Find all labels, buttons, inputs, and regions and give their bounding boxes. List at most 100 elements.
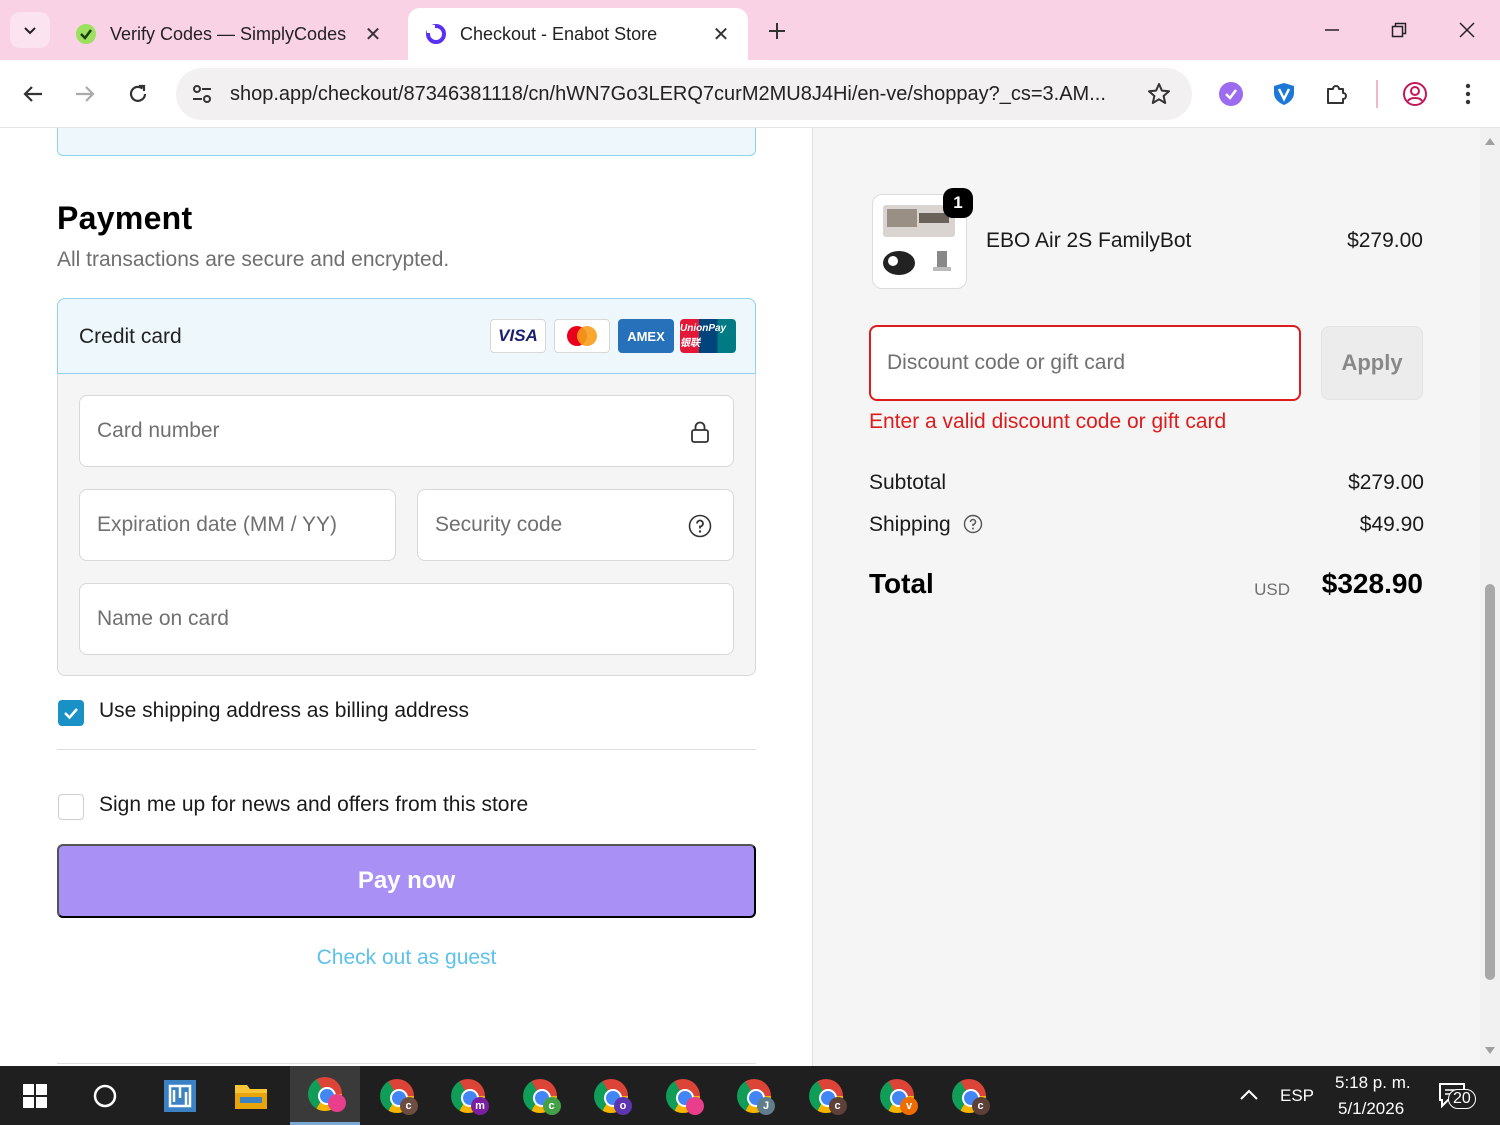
close-window-button[interactable]: [1445, 10, 1489, 50]
app-grid-icon: [164, 1079, 196, 1112]
checkout-page: Payment All transactions are secure and …: [0, 128, 1500, 1066]
restore-button[interactable]: [1377, 10, 1421, 50]
credit-card-section: Credit card VISA AMEX UnionPay 银联: [57, 298, 756, 676]
newsletter-label[interactable]: Sign me up for news and offers from this…: [99, 793, 528, 817]
newsletter-checkbox[interactable]: [58, 794, 84, 820]
name-on-card-input[interactable]: [97, 584, 733, 654]
quantity-badge: 1: [943, 188, 973, 218]
profile-badge: o: [614, 1097, 632, 1115]
shield-ext-icon[interactable]: [1270, 80, 1298, 108]
help-icon[interactable]: [687, 513, 713, 539]
visa-logo: VISA: [490, 319, 546, 353]
scrollbar-thumb[interactable]: [1485, 584, 1495, 980]
chevron-down-icon: [24, 27, 36, 35]
shipping-value: $49.90: [1359, 513, 1424, 536]
address-bar[interactable]: shop.app/checkout/87346381118/cn/hWN7Go3…: [176, 68, 1192, 120]
back-button[interactable]: [13, 74, 53, 114]
apply-discount-button[interactable]: Apply: [1321, 326, 1423, 400]
simplycodes-icon: [74, 22, 98, 46]
expiration-input[interactable]: [97, 490, 395, 560]
mastercard-logo: [554, 319, 610, 353]
discount-field[interactable]: [869, 325, 1301, 401]
chrome-window-2[interactable]: c: [362, 1066, 432, 1125]
plus-icon: [769, 23, 785, 39]
close-icon[interactable]: ✕: [710, 23, 732, 46]
menu-icon[interactable]: [1454, 80, 1482, 108]
scroll-down-arrow-icon[interactable]: [1484, 1046, 1496, 1056]
security-code-field[interactable]: [417, 489, 734, 561]
puzzle-icon[interactable]: [1323, 80, 1351, 108]
checkout-main: Payment All transactions are secure and …: [0, 128, 812, 1066]
notifications-button[interactable]: 20: [1438, 1082, 1478, 1114]
expiration-field[interactable]: [79, 489, 396, 561]
total-label: Total: [869, 568, 934, 599]
name-on-card-field[interactable]: [79, 583, 734, 655]
pay-now-button[interactable]: Pay now: [57, 844, 756, 918]
product-name: EBO Air 2S FamilyBot: [986, 229, 1192, 252]
search-button[interactable]: [70, 1066, 140, 1125]
billing-address-label[interactable]: Use shipping address as billing address: [99, 699, 469, 723]
subtotal-row: Subtotal $279.00: [869, 471, 1424, 495]
chevron-up-icon[interactable]: [1238, 1084, 1260, 1111]
arrow-right-icon: [76, 86, 95, 102]
lock-icon: [687, 419, 713, 445]
profile-badge: [328, 1094, 346, 1112]
chrome-window-9[interactable]: v: [862, 1066, 932, 1125]
page-scrollbar[interactable]: [1480, 128, 1500, 1066]
shop-icon: [424, 22, 448, 46]
card-number-field[interactable]: [79, 395, 734, 467]
windows-taskbar: c m c o Jc v c ESP 5:18 p. m. 5/1/2026 20: [0, 1066, 1500, 1125]
profile-badge: c: [542, 1097, 561, 1115]
chrome-window-3[interactable]: m: [433, 1066, 503, 1125]
order-summary: 1 EBO Air 2S FamilyBot $279.00 Apply Ent…: [812, 128, 1480, 1066]
simplycodes-ext-icon[interactable]: [1217, 80, 1245, 108]
task-view-app[interactable]: [145, 1066, 215, 1125]
profile-badge: c: [828, 1097, 847, 1115]
discount-code-input[interactable]: [887, 351, 1299, 375]
close-icon[interactable]: ✕: [362, 23, 384, 46]
billing-address-checkbox[interactable]: [58, 700, 84, 726]
chrome-window-10[interactable]: c: [934, 1066, 1004, 1125]
clock-date[interactable]: 5/1/2026: [1338, 1099, 1404, 1119]
file-explorer-app[interactable]: [216, 1066, 286, 1125]
help-icon[interactable]: [963, 514, 983, 540]
windows-icon: [23, 1083, 47, 1108]
chrome-window-1[interactable]: [290, 1066, 360, 1125]
notification-count: 20: [1448, 1089, 1476, 1109]
chrome-window-5[interactable]: o: [576, 1066, 646, 1125]
chrome-window-6[interactable]: [648, 1066, 718, 1125]
shipping-method-box[interactable]: [57, 128, 756, 156]
profile-icon[interactable]: [1401, 80, 1429, 108]
chrome-window-7[interactable]: J: [719, 1066, 789, 1125]
tab-search-button[interactable]: [10, 12, 50, 48]
shipping-row: Shipping $49.90: [869, 513, 1424, 540]
site-info-icon[interactable]: [190, 82, 214, 106]
clock-time[interactable]: 5:18 p. m.: [1335, 1073, 1411, 1093]
checkmark-icon: [64, 708, 78, 720]
new-tab-button[interactable]: [760, 14, 794, 48]
credit-card-option[interactable]: Credit card VISA AMEX UnionPay 银联: [57, 298, 756, 374]
profile-badge: [685, 1097, 704, 1115]
checkout-as-guest-link[interactable]: Check out as guest: [57, 946, 756, 970]
profile-badge: c: [399, 1097, 418, 1115]
cortana-circle-icon: [93, 1084, 117, 1107]
reload-icon: [129, 84, 147, 102]
credit-card-label: Credit card: [79, 325, 182, 348]
start-button[interactable]: [0, 1066, 70, 1125]
product-price: $279.00: [1347, 229, 1423, 252]
tab-simplycodes[interactable]: Verify Codes — SimplyCodes ✕: [58, 8, 400, 60]
shipping-label: Shipping: [869, 513, 951, 536]
scroll-up-arrow-icon[interactable]: [1484, 136, 1496, 146]
bookmark-star-icon[interactable]: [1146, 81, 1172, 107]
minimize-button[interactable]: [1310, 10, 1354, 50]
chrome-window-4[interactable]: c: [505, 1066, 575, 1125]
chrome-window-8[interactable]: c: [791, 1066, 861, 1125]
amex-logo: AMEX: [618, 319, 674, 353]
forward-button[interactable]: [65, 74, 105, 114]
tab-checkout[interactable]: Checkout - Enabot Store ✕: [408, 8, 748, 60]
language-indicator[interactable]: ESP: [1280, 1086, 1314, 1106]
reload-button[interactable]: [118, 74, 158, 114]
total-value: $328.90: [1321, 568, 1423, 599]
card-number-input[interactable]: [97, 396, 733, 466]
subtotal-label: Subtotal: [869, 471, 947, 494]
